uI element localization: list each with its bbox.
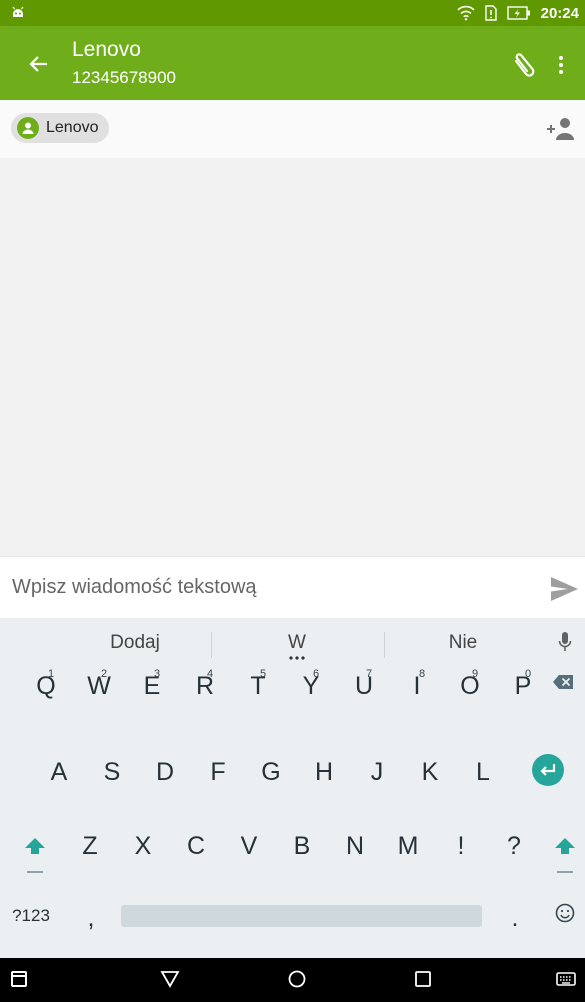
key-q[interactable]: 1Q [32,668,60,701]
navigation-bar [0,958,585,1002]
messaging-screen: 20:24 Lenovo 12345678900 Lenovo Wpisz wi… [0,0,585,1002]
contact-name: Lenovo [72,38,141,61]
key-b[interactable]: B [288,832,316,861]
soft-keyboard: Dodaj W Nie 1Q2W3E4R5T6Y7U8I9O0P ASDFGHJ… [0,618,585,958]
status-time: 20:24 [540,4,579,22]
status-bar: 20:24 [0,0,585,26]
suggestion-divider [211,632,212,658]
key-x[interactable]: X [129,832,157,861]
phone-number: 12345678900 [72,68,177,87]
key-hint: 8 [419,668,426,680]
shift-icon[interactable] [554,836,576,876]
message-list [0,158,585,556]
comma-key[interactable]: , [76,904,106,933]
key-z[interactable]: Z [76,832,104,861]
shift-icon[interactable] [24,836,46,876]
key-o[interactable]: 9O [456,668,484,701]
key-a[interactable]: A [45,758,73,787]
status-icons: 20:24 [457,3,579,23]
key-t[interactable]: 5T [244,668,272,701]
key-e[interactable]: 3E [138,668,166,701]
key-hint: 9 [472,668,479,680]
symbols-key[interactable]: ?123 [8,906,54,926]
android-icon [12,6,24,17]
key-hint: 7 [366,668,373,680]
enter-icon[interactable] [531,753,565,787]
home-icon[interactable] [287,969,307,989]
suggestion-more-dots [288,656,306,660]
key-k[interactable]: K [416,758,444,787]
key-v[interactable]: V [235,832,263,861]
message-input[interactable]: Wpisz wiadomość tekstową [12,576,257,599]
mic-icon[interactable] [557,630,573,656]
key-n[interactable]: N [341,832,369,861]
key-c[interactable]: C [182,832,210,861]
compose-bar: Wpisz wiadomość tekstową [0,556,585,618]
wifi-icon [457,5,475,21]
nav-back-icon[interactable] [160,970,180,988]
key-m[interactable]: M [394,832,422,861]
key-j[interactable]: J [363,758,391,787]
backspace-icon[interactable] [552,674,574,690]
sim-alert-icon [484,5,497,21]
key-exclamation[interactable]: ! [447,832,475,861]
key-hint: 2 [101,668,108,680]
recipient-chip-label: Lenovo [46,119,99,136]
paperclip-icon[interactable] [508,51,538,81]
more-vert-icon[interactable] [552,50,570,80]
recent-apps-icon[interactable] [10,970,28,988]
key-hint: 3 [154,668,161,680]
suggestion-3[interactable]: Nie [398,632,528,654]
keyboard-icon[interactable] [556,972,576,986]
emoji-icon[interactable] [555,903,575,923]
key-l[interactable]: L [469,758,497,787]
key-d[interactable]: D [151,758,179,787]
key-hint: 5 [260,668,267,680]
key-label: W [87,672,111,700]
key-question[interactable]: ? [500,832,528,861]
key-hint: 1 [48,668,55,680]
key-w[interactable]: 2W [85,668,113,701]
suggestion-1[interactable]: Dodaj [70,632,200,654]
key-hint: 0 [525,668,532,680]
key-hint: 4 [207,668,214,680]
key-h[interactable]: H [310,758,338,787]
key-r[interactable]: 4R [191,668,219,701]
recipient-chip[interactable]: Lenovo [11,113,109,143]
suggestion-2[interactable]: W [232,632,362,654]
key-s[interactable]: S [98,758,126,787]
suggestion-divider [384,632,385,658]
key-hint: 6 [313,668,320,680]
app-bar: Lenovo 12345678900 [0,26,585,100]
key-p[interactable]: 0P [509,668,537,701]
recipient-bar: Lenovo [0,100,585,158]
overview-icon[interactable] [414,970,432,988]
person-icon [17,117,39,139]
key-i[interactable]: 8I [403,668,431,701]
key-u[interactable]: 7U [350,668,378,701]
period-key[interactable]: . [500,904,530,933]
arrow-left-icon[interactable] [26,51,52,77]
spacebar-key[interactable] [121,905,482,927]
add-person-icon[interactable] [546,116,576,142]
key-g[interactable]: G [257,758,285,787]
key-f[interactable]: F [204,758,232,787]
battery-charging-icon [506,6,530,20]
send-icon[interactable] [548,574,580,604]
key-y[interactable]: 6Y [297,668,325,701]
